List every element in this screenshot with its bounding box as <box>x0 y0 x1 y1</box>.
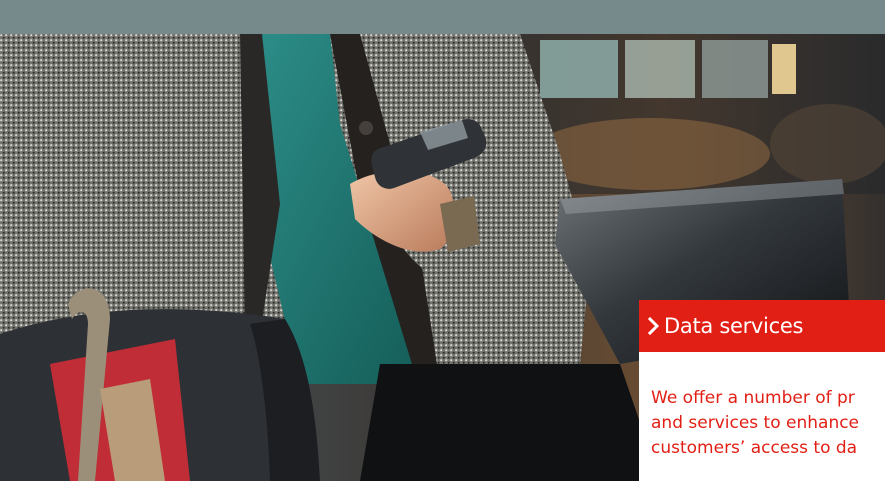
card-header[interactable]: Data services <box>639 300 885 352</box>
page: Data services We offer a number of pr an… <box>0 0 885 481</box>
card-body-line: and services to enhance <box>651 413 860 433</box>
card-body-line: customers’ access to da <box>651 438 858 458</box>
card-title[interactable]: Data services <box>664 314 803 338</box>
data-services-card[interactable]: Data services We offer a number of pr an… <box>639 300 885 481</box>
card-body-line: We offer a number of pr <box>651 388 855 408</box>
top-bar <box>0 0 885 34</box>
chevron-right-icon <box>647 316 660 336</box>
card-body: We offer a number of pr and services to … <box>651 386 885 461</box>
